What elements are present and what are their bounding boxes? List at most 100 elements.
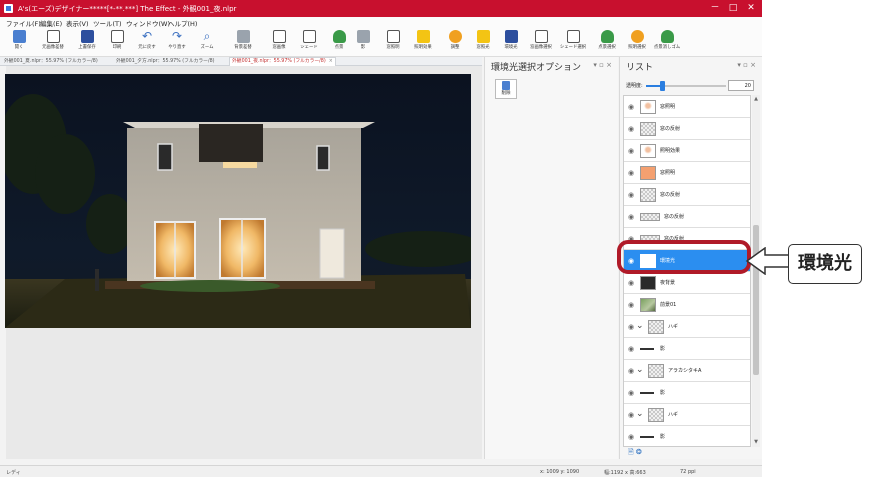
tab-evening[interactable]: 外観001_夕方.nlpr：55.97% (フルカラー/8) [114, 58, 217, 66]
toolbar-button-6[interactable]: ⌕ ズーム [190, 29, 224, 56]
maximize-button[interactable]: □ [726, 3, 740, 14]
toolbar: 開く 元画像差替 上書保存 印刷 ↶ 元に戻す ↷ やり直す ⌕ ズーム 背景差替 窓画像 シェード 点景… [0, 28, 762, 57]
layer-row[interactable]: ◉ 影 [624, 382, 750, 404]
status-bar: レディ x: 1009 y: 1090 幅:1192 x 高:663 72 pp… [0, 465, 762, 477]
toolbar-button-17[interactable]: 窓画像選択 [524, 29, 558, 56]
layer-row[interactable]: ◉ 夜背景 [624, 272, 750, 294]
tree-icon [332, 30, 346, 43]
layer-row[interactable]: ◉ ⌄ アラカシタキA [624, 360, 750, 382]
visibility-eye-icon[interactable]: ◉ [628, 103, 634, 111]
toolbar-button-3[interactable]: 印刷 [100, 29, 134, 56]
lighting-effect-icon [416, 30, 430, 43]
list-panel-controls[interactable]: ▾ ▫ × [737, 61, 756, 69]
list-footer-icons[interactable]: 🗎 ❂ [628, 448, 642, 459]
menu-help[interactable]: ヘルプ(H) [168, 18, 197, 28]
layer-row[interactable]: ◉ 影 [624, 426, 750, 446]
visibility-eye-icon[interactable]: ◉ [628, 169, 634, 177]
layer-row[interactable]: ◉ ⌄ ハギ [624, 316, 750, 338]
layer-thumbnail [648, 364, 664, 378]
save-icon [80, 30, 94, 43]
visibility-eye-icon[interactable]: ◉ [628, 125, 634, 133]
menu-edit[interactable]: 編集(E) [40, 18, 62, 28]
layer-row[interactable]: ◉ 窓照明 [624, 96, 750, 118]
visibility-eye-icon[interactable]: ◉ [628, 301, 634, 309]
delete-button[interactable]: 削除 [495, 79, 517, 99]
toolbar-button-label: 印刷 [112, 45, 122, 50]
expand-chevron-icon[interactable]: ⌄ [636, 409, 644, 419]
menu-tools[interactable]: ツール(T) [93, 18, 122, 28]
visibility-eye-icon[interactable]: ◉ [628, 147, 634, 155]
zoom-icon: ⌕ [203, 29, 211, 43]
toolbar-button-19[interactable]: 点景選択 [590, 29, 624, 56]
redo-icon: ↷ [171, 29, 183, 43]
toolbar-button-8[interactable]: 窓画像 [262, 29, 296, 56]
close-button[interactable]: ✕ [744, 3, 758, 14]
toolbar-button-0[interactable]: 開く [2, 29, 36, 56]
toolbar-button-11[interactable]: 影 [346, 29, 380, 56]
toolbar-button-16[interactable]: 環境光 [494, 29, 528, 56]
layer-thumbnail [640, 122, 656, 136]
visibility-eye-icon[interactable]: ◉ [628, 367, 634, 375]
expand-chevron-icon[interactable]: ⌄ [636, 321, 644, 331]
title-bar: A's(エーズ)デザイナー*****[*-**.***] The Effect … [0, 0, 762, 17]
options-panel-controls[interactable]: ▾ ▫ × [593, 61, 612, 69]
open-folder-icon [12, 30, 26, 43]
opacity-slider-thumb[interactable] [660, 81, 665, 91]
adjust-icon [448, 30, 462, 43]
opacity-input[interactable]: 20 [728, 80, 754, 91]
toolbar-button-label: 影 [360, 45, 366, 50]
toolbar-button-5[interactable]: ↷ やり直す [160, 29, 194, 56]
layer-thumbnail [640, 166, 656, 180]
toolbar-button-label: 背景差替 [234, 45, 252, 50]
layer-name: 照明効果 [660, 148, 681, 154]
toolbar-button-label: 窓画像 [272, 45, 286, 50]
toolbar-button-13[interactable]: 照明効果 [406, 29, 440, 56]
layer-row[interactable]: ◉ 窓の反射 [624, 184, 750, 206]
toolbar-button-18[interactable]: シェード選択 [556, 29, 590, 56]
tab-summer[interactable]: 外観001_夏.nlpr：55.97% (フルカラー/8) [2, 58, 100, 66]
menu-file[interactable]: ファイル(F) [6, 18, 41, 28]
scroll-up-icon[interactable]: ▲ [753, 96, 759, 102]
layer-row[interactable]: ◉ 前景01 [624, 294, 750, 316]
layer-row[interactable]: ◉ ⌄ ハギ [624, 404, 750, 426]
toolbar-button-label: 点景消しゴム [653, 45, 681, 50]
visibility-eye-icon[interactable]: ◉ [628, 411, 634, 419]
visibility-eye-icon[interactable]: ◉ [628, 279, 634, 287]
layer-row[interactable]: ◉ 窓の反射 [624, 118, 750, 140]
layer-thumbnail [640, 213, 660, 221]
opacity-slider[interactable] [646, 81, 726, 91]
visibility-eye-icon[interactable]: ◉ [628, 389, 634, 397]
menu-view[interactable]: 表示(V) [66, 18, 89, 28]
window-light-icon [386, 30, 400, 43]
visibility-eye-icon[interactable]: ◉ [628, 433, 634, 441]
toolbar-button-label: 元画像差替 [42, 45, 64, 50]
layer-row[interactable]: ◉ 窓照明 [624, 162, 750, 184]
toolbar-button-12[interactable]: 窓照明 [376, 29, 410, 56]
tab-close-icon[interactable]: × [329, 59, 333, 64]
toolbar-button-2[interactable]: 上書保存 [70, 29, 104, 56]
toolbar-button-1[interactable]: 元画像差替 [36, 29, 70, 56]
toolbar-button-20[interactable]: 照明選択 [620, 29, 654, 56]
shade-icon [302, 30, 316, 43]
visibility-eye-icon[interactable]: ◉ [628, 323, 634, 331]
tab-night[interactable]: 外観001_夜.nlpr：55.97% (フルカラー/8) × [229, 57, 336, 66]
minimize-button[interactable]: － [708, 3, 722, 14]
layer-row[interactable]: ◉ 照明効果 [624, 140, 750, 162]
layer-thumbnail [640, 144, 656, 158]
callout-label: 環境光 [788, 244, 862, 284]
scroll-down-icon[interactable]: ▼ [753, 439, 759, 445]
visibility-eye-icon[interactable]: ◉ [628, 345, 634, 353]
layer-thumbnail [640, 276, 656, 290]
layer-row[interactable]: ◉ 窓の反射 [624, 206, 750, 228]
toolbar-button-4[interactable]: ↶ 元に戻す [130, 29, 164, 56]
visibility-eye-icon[interactable]: ◉ [628, 213, 634, 221]
expand-chevron-icon[interactable]: ⌄ [636, 365, 644, 375]
layer-row[interactable]: ◉ 影 [624, 338, 750, 360]
toolbar-button-7[interactable]: 背景差替 [226, 29, 260, 56]
visibility-eye-icon[interactable]: ◉ [628, 191, 634, 199]
toolbar-button-9[interactable]: シェード [292, 29, 326, 56]
toolbar-button-label: シェード [300, 45, 318, 50]
toolbar-button-21[interactable]: 点景消しゴム [650, 29, 684, 56]
night-house-render[interactable] [5, 74, 471, 328]
menu-window[interactable]: ウィンドウ(W) [126, 18, 170, 28]
